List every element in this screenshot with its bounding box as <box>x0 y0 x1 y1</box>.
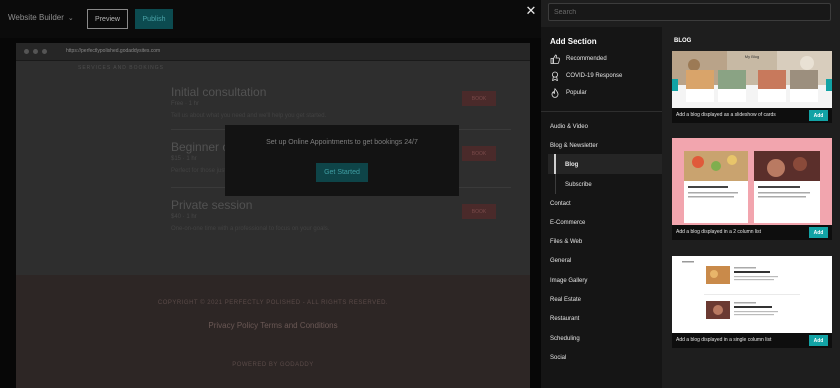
flame-icon <box>550 88 560 98</box>
footer-copyright: COPYRIGHT © 2021 PERFECTLY POLISHED - AL… <box>157 300 389 306</box>
category-files-web[interactable]: Files & Web <box>550 239 582 245</box>
book-button[interactable]: BOOK <box>462 204 496 219</box>
category-covid-19-response[interactable]: COVID-19 Response <box>550 71 622 81</box>
service-meta: Free · 1 hr <box>171 101 200 107</box>
category-restaurant[interactable]: Restaurant <box>550 316 579 322</box>
slideshow-thumbnail: My Blog <box>672 51 832 108</box>
category-contact[interactable]: Contact <box>550 201 571 207</box>
brand-label: Website Builder <box>8 13 64 22</box>
subcategory-blog[interactable]: Blog <box>565 162 578 168</box>
appointments-message: Set up Online Appointments to get bookin… <box>266 139 418 146</box>
search-input[interactable] <box>548 3 831 21</box>
add-section-panel: Add Section Recommended COVID-19 Respons… <box>541 0 840 388</box>
category-list: Add Section Recommended COVID-19 Respons… <box>541 27 662 388</box>
get-started-button[interactable]: Get Started <box>316 163 368 182</box>
category-general[interactable]: General <box>550 258 571 264</box>
publish-button[interactable]: Publish <box>135 9 173 29</box>
add-button[interactable]: Add <box>809 335 828 346</box>
footer-links[interactable]: Privacy Policy Terms and Conditions <box>16 321 530 330</box>
chevron-down-icon: ⌄ <box>67 14 74 22</box>
results-title: BLOG <box>674 38 692 44</box>
appointments-prompt: Set up Online Appointments to get bookin… <box>225 125 459 196</box>
divider <box>541 111 662 112</box>
preview-url-bar: https://perfectlypolished.godaddysites.c… <box>16 43 530 61</box>
window-dots <box>24 49 47 54</box>
category-recommended[interactable]: Recommended <box>550 54 607 64</box>
close-icon[interactable]: ✕ <box>524 4 538 18</box>
preview-button[interactable]: Preview <box>87 9 128 29</box>
editor-topbar: Website Builder ⌄ Preview Publish <box>0 0 541 38</box>
category-audio-video[interactable]: Audio & Video <box>550 124 588 130</box>
award-ribbon-icon <box>550 71 560 81</box>
book-button[interactable]: BOOK <box>462 91 496 106</box>
card-thumb-title: My Blog <box>744 54 760 59</box>
category-blog-newsletter[interactable]: Blog & Newsletter <box>550 143 598 149</box>
website-builder-menu[interactable]: Website Builder ⌄ <box>8 13 74 22</box>
card-caption: Add a blog displayed as a slideshow of c… <box>676 112 776 118</box>
add-button[interactable]: Add <box>809 110 828 121</box>
thumbs-up-icon <box>550 54 560 64</box>
site-footer: COPYRIGHT © 2021 PERFECTLY POLISHED - AL… <box>16 275 530 388</box>
service-name: Initial consultation <box>171 85 267 99</box>
service-description: Tell us about what you need and we'll he… <box>171 113 327 119</box>
service-item: Private session $40 · 1 hr One-on-one ti… <box>171 198 511 232</box>
footer-powered-by: POWERED BY GODADDY <box>232 362 314 368</box>
category-label: COVID-19 Response <box>566 73 623 79</box>
section-card-single-column[interactable]: Add a blog displayed in a single column … <box>672 256 832 348</box>
card-caption: Add a blog displayed in a single column … <box>676 337 772 343</box>
category-image-gallery[interactable]: Image Gallery <box>550 278 587 284</box>
book-button[interactable]: BOOK <box>462 146 496 161</box>
add-button[interactable]: Add <box>809 227 828 238</box>
service-description: One-on-one time with a professional to f… <box>171 226 330 232</box>
section-card-slideshow[interactable]: My Blog Add a blog displayed as a slides… <box>672 51 832 123</box>
section-card-two-column[interactable]: Add a blog displayed in a 2 column list … <box>672 138 832 240</box>
subcategory-subscribe[interactable]: Subscribe <box>565 182 592 188</box>
services-heading: SERVICES AND BOOKINGS <box>78 65 164 71</box>
section-results: BLOG My Blog Add a blog displayed as a s… <box>663 27 840 388</box>
single-column-thumbnail <box>672 256 832 333</box>
editor-background: Website Builder ⌄ Preview Publish https:… <box>0 0 541 388</box>
panel-title: Add Section <box>550 37 597 46</box>
category-label: Popular <box>566 90 587 96</box>
category-popular[interactable]: Popular <box>550 88 587 98</box>
service-name: Private session <box>171 198 253 212</box>
category-social[interactable]: Social <box>550 355 566 361</box>
category-e-commerce[interactable]: E-Commerce <box>550 220 585 226</box>
subcategory-active-marker <box>554 154 556 174</box>
category-real-estate[interactable]: Real Estate <box>550 297 581 303</box>
two-column-thumbnail <box>672 138 832 225</box>
preview-url: https://perfectlypolished.godaddysites.c… <box>66 48 161 54</box>
service-meta: $40 · 1 hr <box>171 214 197 220</box>
service-item: Initial consultation Free · 1 hr Tell us… <box>171 85 511 119</box>
card-caption: Add a blog displayed in a 2 column list <box>676 229 762 235</box>
site-preview-canvas: https://perfectlypolished.godaddysites.c… <box>16 43 530 388</box>
category-label: Recommended <box>566 56 607 62</box>
category-scheduling[interactable]: Scheduling <box>550 336 580 342</box>
